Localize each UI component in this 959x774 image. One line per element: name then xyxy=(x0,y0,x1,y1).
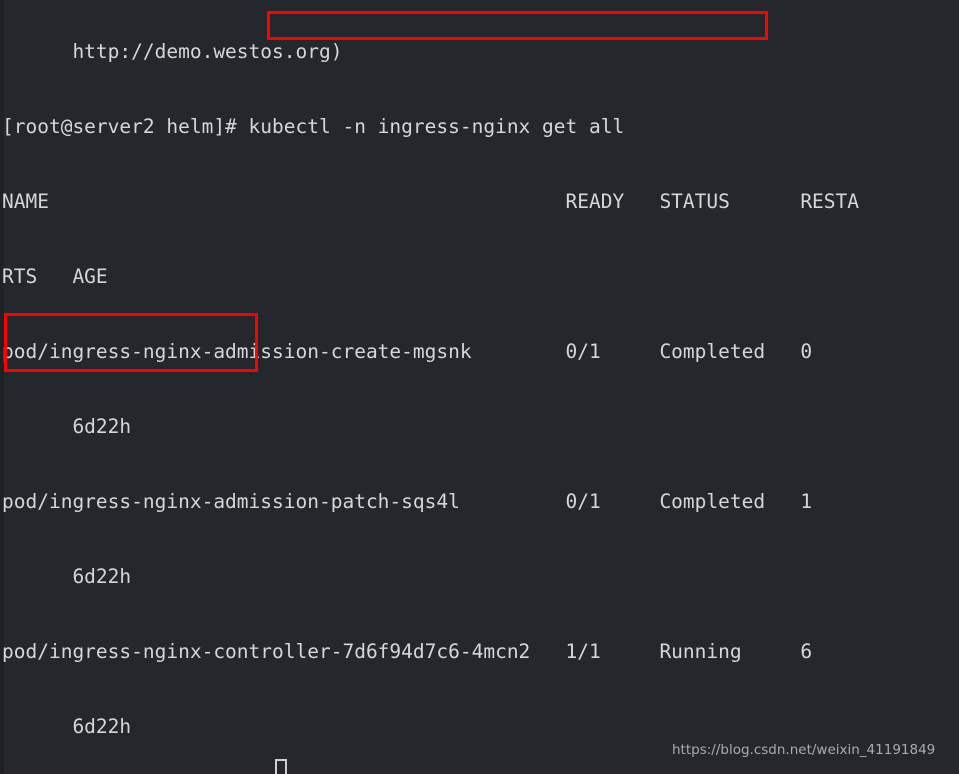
terminal-line-pods-header-wrap: RTS AGE xyxy=(2,265,108,288)
terminal-cursor xyxy=(275,759,287,774)
terminal-output: http://demo.westos.org) [root@server2 he… xyxy=(0,0,959,774)
terminal-window[interactable]: http://demo.westos.org) [root@server2 he… xyxy=(0,0,959,774)
terminal-line-scrollback: http://demo.westos.org) xyxy=(2,40,343,63)
terminal-line-pod-row-3: pod/ingress-nginx-controller-7d6f94d7c6-… xyxy=(2,640,813,663)
terminal-line-pod-row-2-wrap: 6d22h xyxy=(2,565,132,588)
terminal-line-prompt-command[interactable]: [root@server2 helm]# kubectl -n ingress-… xyxy=(2,114,959,139)
terminal-line-pod-row-1: pod/ingress-nginx-admission-create-mgsnk… xyxy=(2,340,813,363)
terminal-line-pod-row-1-wrap: 6d22h xyxy=(2,415,132,438)
terminal-line-pod-row-2: pod/ingress-nginx-admission-patch-sqs4l … xyxy=(2,490,813,513)
terminal-line-pods-header: NAME READY STATUS RESTA xyxy=(2,190,860,213)
terminal-line-pod-row-3-wrap: 6d22h xyxy=(2,715,132,738)
